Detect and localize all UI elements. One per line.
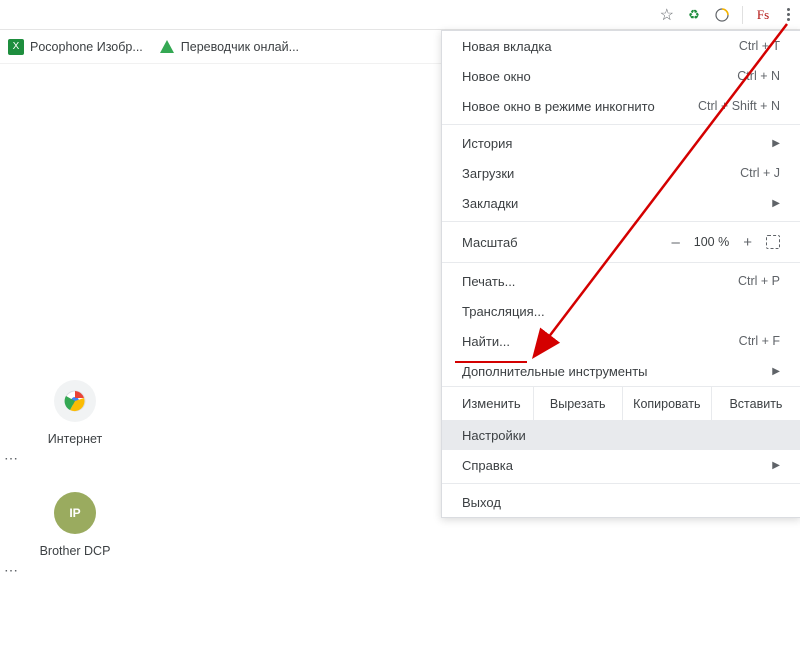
- menu-separator: [442, 221, 800, 222]
- shortcut-more-icon[interactable]: ⋯: [4, 562, 19, 579]
- menu-shortcut: Ctrl + T: [739, 39, 780, 53]
- menu-label: Справка: [462, 458, 513, 473]
- zoom-in-button[interactable]: +: [743, 234, 752, 251]
- menu-edit-row: Изменить Вырезать Копировать Вставить: [442, 386, 800, 420]
- ip-icon: IP: [54, 492, 96, 534]
- menu-new-tab[interactable]: Новая вкладка Ctrl + T: [442, 31, 800, 61]
- menu-new-window[interactable]: Новое окно Ctrl + N: [442, 61, 800, 91]
- chevron-right-icon: ▶: [772, 366, 780, 377]
- translate-icon: [159, 39, 175, 55]
- menu-label: История: [462, 136, 512, 151]
- menu-label: Закладки: [462, 196, 518, 211]
- extension-round-icon[interactable]: [714, 7, 730, 23]
- zoom-out-button[interactable]: –: [671, 234, 679, 251]
- menu-cast[interactable]: Трансляция...: [442, 296, 800, 326]
- shortcut-label: Brother DCP: [40, 544, 111, 558]
- menu-history[interactable]: История ▶: [442, 128, 800, 158]
- menu-shortcut: Ctrl + N: [737, 69, 780, 83]
- menu-separator: [442, 262, 800, 263]
- extension-fs-icon[interactable]: Fs: [755, 7, 771, 23]
- menu-separator: [442, 124, 800, 125]
- bookmark-label: Pocophone Изобр...: [30, 40, 143, 54]
- menu-shortcut: Ctrl + F: [739, 334, 780, 348]
- zoom-value: 100 %: [694, 235, 729, 249]
- browser-toolbar: ☆ ♻ Fs: [0, 0, 800, 30]
- toolbar-divider: [742, 6, 743, 24]
- menu-copy[interactable]: Копировать: [622, 387, 711, 420]
- bookmark-star-icon[interactable]: ☆: [660, 5, 674, 25]
- menu-exit[interactable]: Выход: [442, 487, 800, 517]
- bookmark-pocophone[interactable]: X Pocophone Изобр...: [8, 39, 143, 55]
- menu-shortcut: Ctrl + Shift + N: [698, 99, 780, 113]
- shortcut-more-icon[interactable]: ⋯: [4, 450, 19, 467]
- menu-print[interactable]: Печать... Ctrl + P: [442, 266, 800, 296]
- menu-label: Новое окно в режиме инкогнито: [462, 99, 655, 114]
- menu-label: Трансляция...: [462, 304, 545, 319]
- menu-label: Печать...: [462, 274, 515, 289]
- menu-label: Загрузки: [462, 166, 514, 181]
- menu-zoom: Масштаб – 100 % +: [442, 225, 800, 259]
- chrome-main-menu: Новая вкладка Ctrl + T Новое окно Ctrl +…: [441, 30, 800, 518]
- shortcut-internet[interactable]: Интернет: [0, 380, 150, 446]
- extension-recycle-icon[interactable]: ♻: [686, 7, 702, 23]
- kebab-menu-button[interactable]: [783, 4, 794, 25]
- menu-label: Новое окно: [462, 69, 531, 84]
- menu-separator: [442, 483, 800, 484]
- menu-label: Найти...: [462, 334, 510, 349]
- chevron-right-icon: ▶: [772, 198, 780, 209]
- bookmark-translator[interactable]: Переводчик онлай...: [159, 39, 299, 55]
- menu-cut[interactable]: Вырезать: [533, 387, 622, 420]
- menu-help[interactable]: Справка ▶: [442, 450, 800, 480]
- new-tab-shortcuts: ⋯ Интернет ⋯ IP Brother DCP: [0, 380, 150, 558]
- chrome-icon: [54, 380, 96, 422]
- menu-label: Настройки: [462, 428, 526, 443]
- menu-paste[interactable]: Вставить: [711, 387, 800, 420]
- menu-incognito[interactable]: Новое окно в режиме инкогнито Ctrl + Shi…: [442, 91, 800, 121]
- menu-downloads[interactable]: Загрузки Ctrl + J: [442, 158, 800, 188]
- excel-icon: X: [8, 39, 24, 55]
- menu-settings[interactable]: Настройки: [442, 420, 800, 450]
- bookmark-label: Переводчик онлай...: [181, 40, 299, 54]
- chevron-right-icon: ▶: [772, 138, 780, 149]
- chevron-right-icon: ▶: [772, 460, 780, 471]
- menu-bookmarks[interactable]: Закладки ▶: [442, 188, 800, 218]
- annotation-underline: [455, 361, 527, 363]
- menu-label: Выход: [462, 495, 501, 510]
- shortcut-label: Интернет: [48, 432, 103, 446]
- menu-label: Дополнительные инструменты: [462, 364, 648, 379]
- menu-shortcut: Ctrl + P: [738, 274, 780, 288]
- menu-shortcut: Ctrl + J: [740, 166, 780, 180]
- shortcut-brother-dcp[interactable]: IP Brother DCP: [0, 492, 150, 558]
- fullscreen-icon[interactable]: [766, 235, 780, 249]
- menu-edit-label: Изменить: [442, 387, 533, 420]
- menu-label: Новая вкладка: [462, 39, 552, 54]
- menu-find[interactable]: Найти... Ctrl + F: [442, 326, 800, 356]
- menu-label: Масштаб: [462, 235, 518, 250]
